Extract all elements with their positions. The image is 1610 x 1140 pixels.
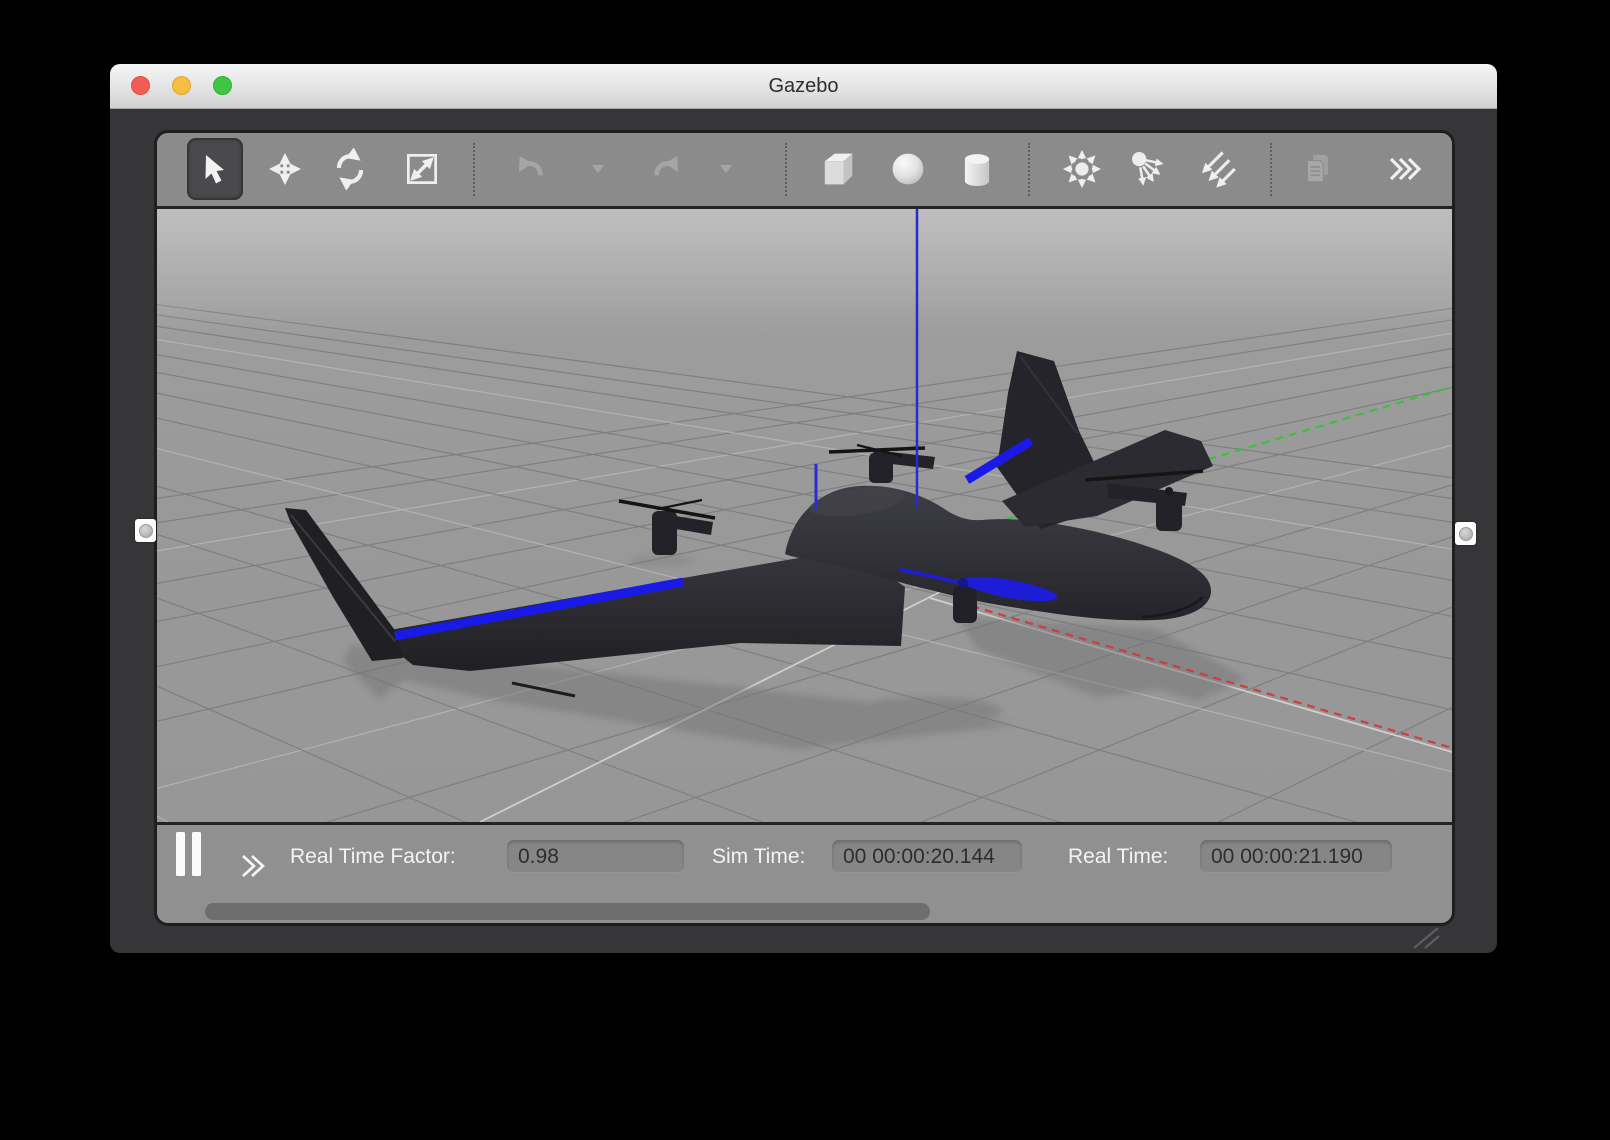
copy-button[interactable] [1290,138,1346,200]
spot-light-button[interactable] [1120,138,1176,200]
toolbar [157,133,1452,209]
render-viewport-3d[interactable] [157,209,1452,822]
undo-icon [509,148,551,190]
sim-time-label: Sim Time: [712,845,805,869]
double-chevron-right-icon [1387,155,1423,183]
cylinder-icon [955,147,999,191]
directional-light-icon [1193,147,1237,191]
right-splitter-handle[interactable] [1455,522,1476,545]
toolbar-separator [785,143,787,196]
expand-steps-button[interactable] [239,851,269,886]
real-time-value: 00 00:00:21.190 [1200,840,1392,873]
point-light-button[interactable] [1054,138,1110,200]
real-time-factor-label: Real Time Factor: [290,845,456,869]
copy-icon [1297,148,1339,190]
sim-time-value: 00 00:00:20.144 [832,840,1022,873]
rotate-tool-button[interactable] [322,138,378,200]
real-time-label: Real Time: [1068,845,1168,869]
left-splitter-handle[interactable] [135,519,156,542]
scene-canvas [157,209,1452,822]
chevrons-right-icon [239,851,269,881]
point-light-icon [1060,147,1104,191]
main-panel: Real Time Factor: 0.98 Sim Time: 00 00:0… [154,130,1455,926]
cube-icon [816,147,860,191]
select-tool-button[interactable] [187,138,243,200]
window-titlebar[interactable]: Gazebo [110,64,1497,109]
desktop-background: Gazebo [0,0,1610,1140]
toolbar-separator [1028,143,1030,196]
directional-light-button[interactable] [1187,138,1243,200]
window-resize-grip[interactable] [1408,924,1442,950]
real-time-factor-value: 0.98 [507,840,684,873]
x-axis-line [958,602,1452,748]
caret-down-icon [591,164,605,174]
toolbar-separator [473,143,475,196]
caret-down-icon [719,164,733,174]
insert-sphere-button[interactable] [880,138,936,200]
sphere-icon [886,147,930,191]
insert-box-button[interactable] [810,138,866,200]
undo-history-button[interactable] [585,138,611,200]
cursor-icon [195,149,235,189]
scale-icon [401,148,443,190]
gazebo-window: Gazebo [110,64,1497,953]
simulation-statusbar: Real Time Factor: 0.98 Sim Time: 00 00:0… [157,822,1452,923]
redo-button[interactable] [639,138,695,200]
redo-icon [646,148,688,190]
splitter-grip-dot [139,524,153,538]
undo-button[interactable] [502,138,558,200]
scale-tool-button[interactable] [394,138,450,200]
pause-icon [176,832,202,876]
splitter-grip-dot [1459,527,1473,541]
window-title: Gazebo [110,64,1497,108]
insert-cylinder-button[interactable] [949,138,1005,200]
move-icon [264,148,306,190]
horizontal-scrollbar-thumb[interactable] [205,903,930,920]
translate-tool-button[interactable] [257,138,313,200]
toolbar-overflow-button[interactable] [1377,138,1433,200]
pause-button[interactable] [176,832,202,881]
toolbar-separator [1270,143,1272,196]
rotate-icon [329,148,371,190]
rear-rotor [829,445,935,483]
left-winglet [285,508,403,661]
spot-light-icon [1126,147,1170,191]
redo-history-button[interactable] [713,138,739,200]
distance-fog [157,209,1452,334]
